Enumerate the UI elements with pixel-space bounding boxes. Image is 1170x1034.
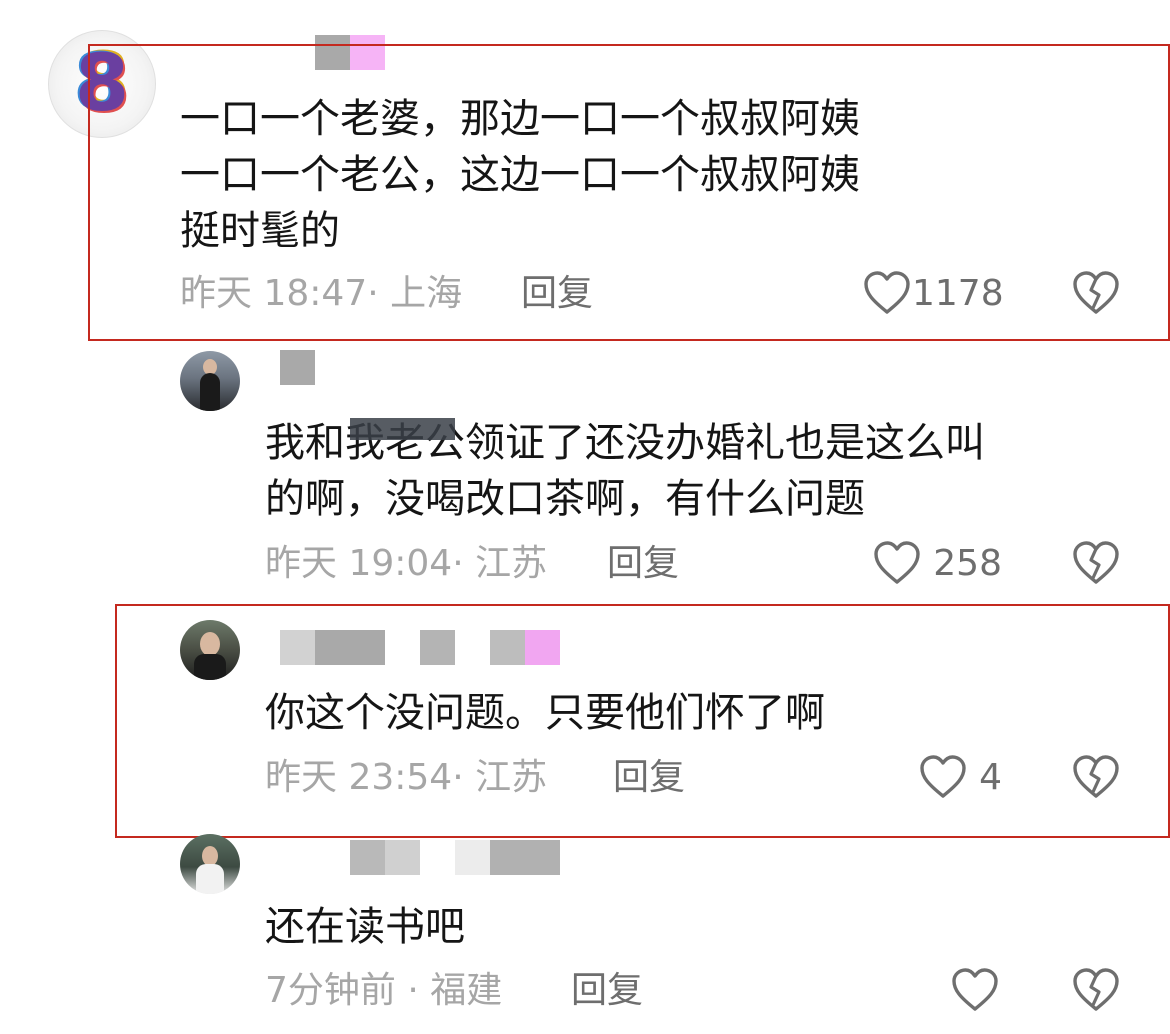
heart-outline-icon[interactable] — [862, 270, 912, 316]
reply-button[interactable]: 回复 — [607, 543, 679, 585]
avatar-figure — [200, 373, 220, 411]
username-redacted — [315, 630, 385, 665]
reply-button[interactable]: 回复 — [613, 757, 685, 799]
comment-text: 还在读书吧 — [265, 904, 465, 950]
comment-text: 你这个没问题。只要他们怀了啊 — [265, 690, 825, 736]
avatar[interactable] — [180, 351, 240, 411]
comment-text: 的啊，没喝改口茶啊，有什么问题 — [265, 476, 865, 522]
username-redacted — [280, 630, 315, 665]
like-count: 4 — [979, 757, 1002, 798]
like-count: 1178 — [912, 273, 1004, 314]
comment-text: 一口一个老公，这边一口一个叔叔阿姨 — [180, 152, 860, 198]
heart-outline-icon[interactable] — [918, 754, 968, 800]
comment-text: 挺时髦的 — [180, 208, 340, 254]
username-redacted — [420, 630, 455, 665]
comment-timestamp-location: 昨天 23:54· 江苏 — [265, 757, 548, 798]
broken-heart-outline-icon[interactable] — [1071, 967, 1121, 1013]
broken-heart-outline-icon[interactable] — [1071, 754, 1121, 800]
username-redacted — [350, 840, 385, 875]
avatar[interactable] — [180, 620, 240, 680]
avatar-face — [200, 632, 220, 656]
username-redacted — [490, 630, 525, 665]
reply-button[interactable]: 回复 — [521, 273, 593, 315]
avatar-face — [202, 846, 218, 866]
avatar-figure — [196, 864, 224, 894]
comment-timestamp-location: 昨天 18:47· 上海 — [180, 273, 463, 314]
username-redacted — [280, 350, 315, 385]
like-count: 258 — [933, 543, 1002, 584]
username-redacted — [490, 840, 560, 875]
avatar-figure — [194, 654, 226, 680]
comment-timestamp-location: 7分钟前 · 福建 — [265, 970, 503, 1011]
comment-timestamp-location: 昨天 19:04· 江苏 — [265, 543, 548, 584]
broken-heart-outline-icon[interactable] — [1071, 540, 1121, 586]
comment-text: 一口一个老婆，那边一口一个叔叔阿姨 — [180, 96, 860, 142]
username-redacted — [455, 840, 490, 875]
heart-outline-icon[interactable] — [950, 967, 1000, 1013]
heart-outline-icon[interactable] — [872, 540, 922, 586]
username-redacted — [525, 630, 560, 665]
avatar[interactable] — [180, 834, 240, 894]
broken-heart-outline-icon[interactable] — [1071, 270, 1121, 316]
redaction-overlay — [350, 418, 455, 440]
username-redacted — [385, 840, 420, 875]
reply-button[interactable]: 回复 — [571, 970, 643, 1012]
